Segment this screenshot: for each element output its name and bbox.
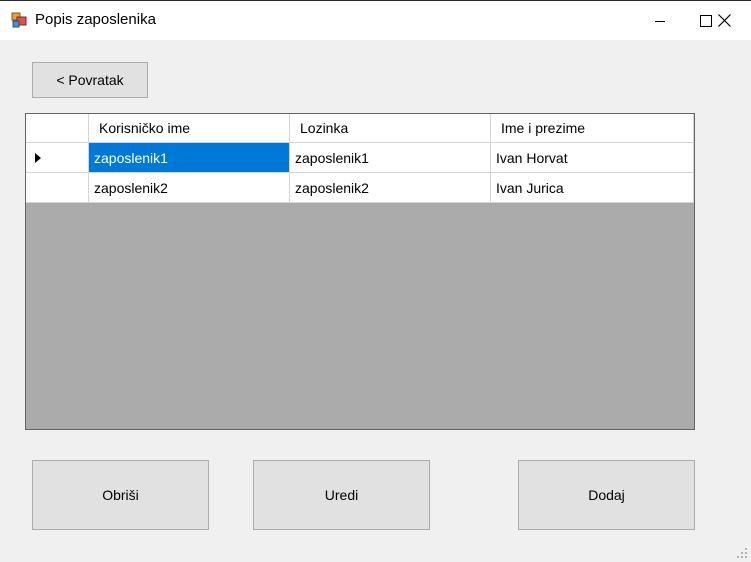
cell-full-name[interactable]: Ivan Jurica <box>491 173 694 203</box>
current-row-arrow-icon <box>35 152 41 163</box>
close-button[interactable] <box>701 1 747 40</box>
cell-username[interactable]: zaposlenik1 <box>89 143 290 173</box>
app-icon <box>11 12 27 28</box>
minimize-icon <box>655 20 665 22</box>
cell-username[interactable]: zaposlenik2 <box>89 173 290 203</box>
resize-grip-icon[interactable] <box>736 547 748 559</box>
grid-corner-header[interactable] <box>26 114 89 143</box>
column-header-password[interactable]: Lozinka <box>290 114 491 143</box>
table-row[interactable]: zaposlenik2 zaposlenik2 Ivan Jurica <box>26 173 694 203</box>
row-header[interactable] <box>26 143 89 173</box>
cell-password[interactable]: zaposlenik1 <box>290 143 491 173</box>
close-icon <box>717 14 731 27</box>
title-bar[interactable]: Popis zaposlenika <box>0 0 751 40</box>
delete-button[interactable]: Obriši <box>32 460 209 530</box>
row-header[interactable] <box>26 173 89 203</box>
employees-grid[interactable]: Korisničko ime Lozinka Ime i prezime zap… <box>25 113 695 430</box>
back-button[interactable]: < Povratak <box>32 62 148 98</box>
minimize-button[interactable] <box>637 1 683 40</box>
cell-full-name[interactable]: Ivan Horvat <box>491 143 694 173</box>
cell-password[interactable]: zaposlenik2 <box>290 173 491 203</box>
add-button[interactable]: Dodaj <box>518 460 695 530</box>
edit-button[interactable]: Uredi <box>253 460 430 530</box>
column-header-full-name[interactable]: Ime i prezime <box>491 114 694 143</box>
column-header-username[interactable]: Korisničko ime <box>89 114 290 143</box>
table-row[interactable]: zaposlenik1 zaposlenik1 Ivan Horvat <box>26 143 694 173</box>
grid-header-row: Korisničko ime Lozinka Ime i prezime <box>26 114 694 144</box>
window-title: Popis zaposlenika <box>35 11 156 28</box>
